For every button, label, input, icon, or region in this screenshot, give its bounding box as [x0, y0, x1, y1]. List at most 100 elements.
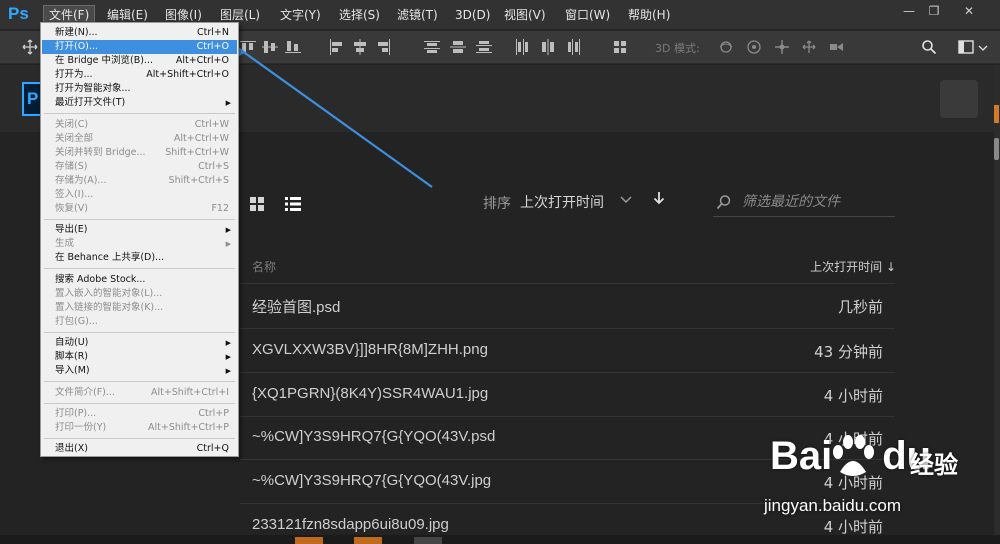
scrollbar[interactable] [994, 65, 1000, 535]
move-tool-icon[interactable] [22, 39, 38, 55]
roll-3d-icon[interactable] [746, 39, 762, 55]
distribute-bottom-icon[interactable] [476, 39, 492, 55]
menu-item-browse-bridge[interactable]: 在 Bridge 中浏览(B)... Alt+Ctrl+O [42, 54, 237, 68]
menu-view[interactable]: 视图(V) [499, 5, 551, 25]
column-header-time[interactable]: 上次打开时间 ↓ [810, 258, 896, 275]
bottom-tab[interactable] [295, 537, 323, 544]
menu-item-open-smart-object[interactable]: 打开为智能对象... [42, 82, 237, 96]
menu-window[interactable]: 窗口(W) [560, 5, 615, 25]
menu-item-place-embedded[interactable]: 置入嵌入的智能对象(L)... [42, 287, 237, 301]
file-name: ~%CW]Y3S9HRQ7{G{YQO(43V.psd [252, 428, 496, 445]
menu-item-revert[interactable]: 恢复(V) F12 [42, 202, 237, 216]
menu-item-save-as[interactable]: 存储为(A)... Shift+Ctrl+S [42, 174, 237, 188]
bottom-tab[interactable] [414, 537, 442, 544]
menu-item-file-info[interactable]: 文件简介(F)... Alt+Shift+Ctrl+I [42, 386, 237, 400]
menu-item-package[interactable]: 打包(G)... [42, 315, 237, 329]
sort-direction-icon[interactable] [653, 191, 665, 209]
list-view-icon[interactable] [285, 196, 301, 211]
distribute-right-icon[interactable] [566, 39, 582, 55]
align-bottom-icon[interactable] [285, 39, 301, 55]
scrollbar-marker [994, 105, 999, 123]
menu-item-open-as[interactable]: 打开为... Alt+Shift+Ctrl+O [42, 68, 237, 82]
menu-separator [44, 403, 235, 404]
menu-select[interactable]: 选择(S) [334, 5, 385, 25]
column-header-name[interactable]: 名称 [252, 258, 276, 275]
menu-item-share-behance[interactable]: 在 Behance 上共享(D)... [42, 251, 237, 265]
file-time: 43 分钟前 [814, 343, 883, 361]
menu-separator [44, 438, 235, 439]
menu-item-recent-files[interactable]: 最近打开文件(T) ▶ [42, 96, 237, 110]
submenu-arrow-icon: ▶ [225, 367, 231, 375]
minimize-icon[interactable]: — [895, 2, 923, 20]
distribute-top-icon[interactable] [424, 39, 440, 55]
menu-item-automate[interactable]: 自动(U) ▶ [42, 336, 237, 350]
pan-3d-icon[interactable] [774, 39, 790, 55]
sort-select[interactable]: 上次打开时间 [520, 192, 604, 212]
slide-3d-icon[interactable] [801, 39, 817, 55]
workspace-icon[interactable] [958, 39, 974, 55]
menu-filter[interactable]: 滤镜(T) [392, 5, 443, 25]
menu-item-check-in[interactable]: 签入(I)... [42, 188, 237, 202]
menu-item-scripts[interactable]: 脚本(R) ▶ [42, 350, 237, 364]
menu-item-search-stock[interactable]: 搜索 Adobe Stock... [42, 273, 237, 287]
menu-separator [44, 268, 235, 269]
menu-item-close[interactable]: 关闭(C) Ctrl+W [42, 118, 237, 132]
menu-item-export[interactable]: 导出(E) ▶ [42, 223, 237, 237]
watermark-cn: 经验 [910, 451, 958, 479]
menu-item-generate[interactable]: 生成 ▶ [42, 237, 237, 251]
align-top-icon[interactable] [240, 39, 256, 55]
menu-item-exit[interactable]: 退出(X) Ctrl+Q [42, 442, 237, 456]
baidu-watermark: Bai du 经验 jingyan.baidu.com [760, 430, 990, 530]
align-hcenter-icon[interactable] [352, 39, 368, 55]
file-time: 几秒前 [837, 298, 883, 316]
search-icon[interactable] [921, 39, 937, 55]
submenu-arrow-icon: ▶ [225, 240, 231, 248]
menu-item-close-all[interactable]: 关闭全部 Alt+Ctrl+W [42, 132, 237, 146]
menu-item-close-go-bridge[interactable]: 关闭并转到 Bridge... Shift+Ctrl+W [42, 146, 237, 160]
file-name: {XQ1PGRN}(8K4Y)SSR4WAU1.jpg [252, 385, 489, 402]
auto-align-icon[interactable] [612, 39, 628, 55]
menu-item-print[interactable]: 打印(P)... Ctrl+P [42, 407, 237, 421]
file-name: 233121fzn8sdapp6ui8u09.jpg [252, 516, 449, 533]
filter-input[interactable] [742, 192, 892, 212]
menu-separator [44, 332, 235, 333]
home-button[interactable] [940, 80, 978, 118]
menu-type[interactable]: 文字(Y) [275, 5, 326, 25]
file-row[interactable]: 经验首图.psd 几秒前 [240, 284, 895, 327]
menu-3d[interactable]: 3D(D) [450, 5, 495, 25]
file-name: XGVLXXW3BV}]]8HR{8M]ZHH.png [252, 341, 488, 358]
menu-item-import[interactable]: 导入(M) ▶ [42, 364, 237, 378]
menu-item-save[interactable]: 存储(S) Ctrl+S [42, 160, 237, 174]
distribute-vcenter-icon[interactable] [450, 39, 466, 55]
distribute-hcenter-icon[interactable] [540, 39, 556, 55]
grid-view-icon[interactable] [250, 196, 264, 211]
menu-item-new[interactable]: 新建(N)... Ctrl+N [42, 26, 237, 40]
menu-help[interactable]: 帮助(H) [623, 5, 675, 25]
align-vcenter-icon[interactable] [262, 39, 278, 55]
menu-item-place-linked[interactable]: 置入链接的智能对象(K)... [42, 301, 237, 315]
submenu-arrow-icon: ▶ [225, 99, 231, 107]
file-row[interactable]: XGVLXXW3BV}]]8HR{8M]ZHH.png 43 分钟前 [240, 329, 895, 372]
submenu-arrow-icon: ▶ [225, 226, 231, 234]
app-logo: Ps [8, 4, 29, 23]
orbit-3d-icon[interactable] [718, 39, 734, 55]
align-right-icon[interactable] [376, 39, 392, 55]
menu-separator [44, 113, 235, 114]
file-menu-dropdown: 新建(N)... Ctrl+N 打开(O)... Ctrl+O 在 Bridge 中… [40, 22, 239, 457]
sort-chevron-icon[interactable] [620, 194, 632, 208]
menu-item-open[interactable]: 打开(O)... Ctrl+O [42, 40, 237, 54]
menu-item-print-one[interactable]: 打印一份(Y) Alt+Shift+Ctrl+P [42, 421, 237, 435]
bottom-bar [0, 535, 1000, 544]
watermark-url: jingyan.baidu.com [764, 496, 902, 515]
mode-3d-label: 3D 模式: [655, 42, 700, 55]
file-row[interactable]: {XQ1PGRN}(8K4Y)SSR4WAU1.jpg 4 小时前 [240, 373, 895, 416]
menu-separator [44, 381, 235, 382]
align-left-icon[interactable] [328, 39, 344, 55]
chevron-down-icon[interactable] [978, 43, 988, 53]
scale-3d-icon[interactable] [828, 39, 844, 55]
bottom-tab[interactable] [354, 537, 382, 544]
close-icon[interactable]: ✕ [955, 2, 983, 20]
distribute-left-icon[interactable] [514, 39, 530, 55]
restore-icon[interactable]: ❐ [920, 2, 948, 20]
scrollbar-thumb[interactable] [994, 138, 999, 160]
